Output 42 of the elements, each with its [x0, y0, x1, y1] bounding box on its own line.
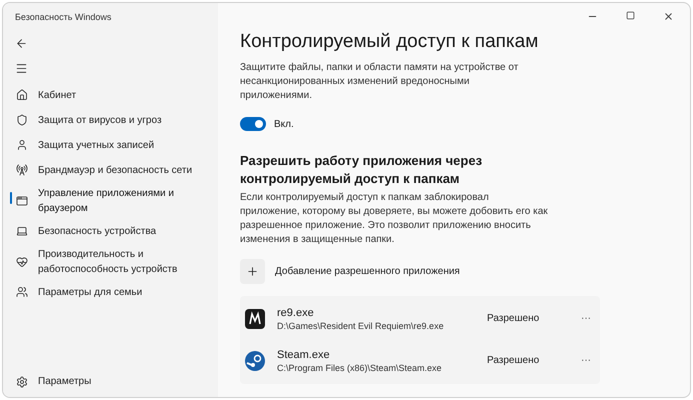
toggle-label: Вкл.: [274, 118, 294, 132]
app-path: D:\Games\Resident Evil Requiem\re9.exe: [277, 320, 445, 332]
menu-icon[interactable]: [15, 62, 28, 74]
sidebar-item-icon: [16, 225, 28, 237]
sidebar-item[interactable]: Параметры для семьи: [38, 284, 142, 300]
maximize-icon[interactable]: [626, 11, 635, 20]
sidebar-item-icon: [16, 139, 28, 151]
section-title: Разрешить работу приложения через контролируемый доступ к папкам: [240, 152, 484, 188]
sidebar-item-icon: [16, 114, 28, 126]
page-title: Контролируемый доступ к папкам: [240, 30, 540, 54]
steam-logo-icon: [245, 350, 265, 370]
close-icon[interactable]: [663, 11, 674, 22]
app-name: Steam.exe: [277, 348, 331, 362]
add-app-label[interactable]: Добавление разрешенного приложения: [275, 264, 460, 278]
more-button[interactable]: ···: [577, 353, 595, 368]
section-description: Если контролируемый доступ к папкам заблокировал приложение, которому вы доверяете, вы можете добовить его как разрешенное приложение. Это позволит приложению вносить изменения в защищенные папки.: [240, 190, 549, 246]
app-path: C:\Program Files (x86)\Steam\Steam.exe: [277, 362, 443, 374]
sidebar-item-icon: [16, 89, 28, 101]
toggle-switch[interactable]: [240, 117, 266, 131]
settings-icon: [16, 376, 28, 388]
back-icon[interactable]: [15, 36, 28, 50]
sidebar-item-icon: [16, 256, 28, 268]
sidebar-item[interactable]: Кабинет: [38, 88, 76, 102]
add-button[interactable]: [240, 258, 265, 284]
app-name: re9.exe: [277, 306, 315, 320]
app-status: Разрешено: [487, 312, 540, 326]
sidebar-item[interactable]: Защита от вирусов и угроз: [38, 112, 162, 128]
app-status: Разрешено: [487, 354, 540, 368]
window-title: Безопасность Windows: [15, 12, 112, 22]
page-description: Защитите файлы, папки и области памяти на устройстве от несанкционированных изменений вредоносными приложениями.: [240, 60, 520, 102]
sidebar-item[interactable]: Защита учетных записей: [38, 138, 154, 152]
sidebar-item-icon: [16, 194, 28, 206]
settings-item[interactable]: Параметры: [38, 374, 92, 389]
sidebar-item[interactable]: Управление приложениями и браузером: [38, 186, 210, 216]
sidebar-item-icon: [16, 286, 28, 298]
app-icon: [245, 308, 265, 328]
plus-icon: [246, 264, 259, 278]
sidebar-item[interactable]: Безопасность устройства: [38, 224, 156, 238]
more-button[interactable]: ···: [577, 311, 595, 326]
sidebar-item[interactable]: Производительность и работоспособность устройств: [38, 246, 210, 276]
sidebar-item[interactable]: Брандмауэр и безопасность сети: [38, 162, 192, 178]
sidebar-item-icon: [16, 164, 28, 176]
